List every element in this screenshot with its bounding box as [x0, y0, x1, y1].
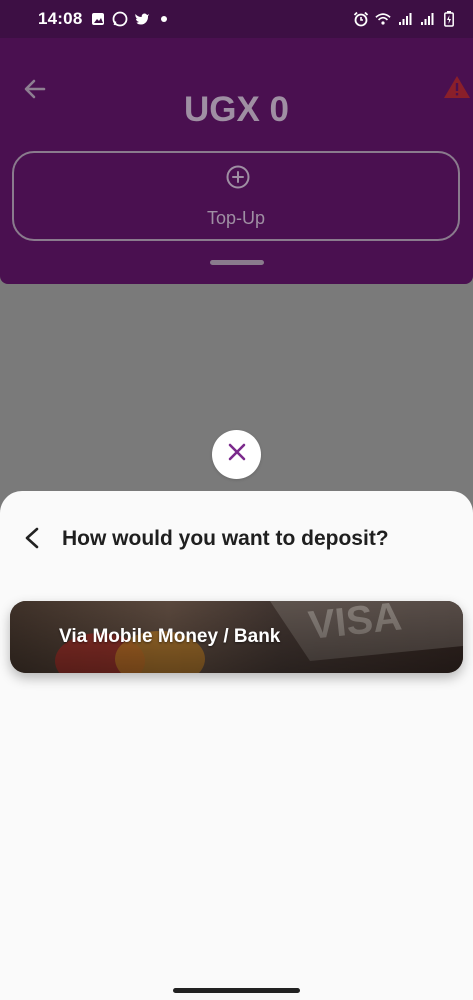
wallet-balance: UGX 0: [183, 90, 290, 129]
deposit-option-label: Via Mobile Money / Bank: [59, 626, 281, 647]
battery-icon: [441, 11, 457, 27]
topup-button[interactable]: Top-Up: [12, 151, 460, 241]
wifi-icon: [375, 11, 391, 27]
deposit-option-mobile-money-bank[interactable]: VISA Via Mobile Money / Bank: [10, 601, 463, 673]
alarm-icon: [353, 11, 369, 27]
signal-icon: [397, 11, 413, 27]
deposit-bottom-sheet: How would you want to deposit? VISA: [0, 491, 473, 1000]
twitter-icon: [134, 11, 150, 27]
dot-icon: [156, 11, 172, 27]
topup-label: Top-Up: [206, 208, 266, 228]
home-indicator[interactable]: [173, 988, 300, 993]
status-bar: 14:08: [0, 0, 473, 38]
whatsapp-icon: [112, 11, 128, 27]
close-icon: [227, 442, 247, 467]
plus-circle-icon: [226, 165, 250, 189]
close-sheet-button[interactable]: [212, 430, 261, 479]
status-notification-icons: [90, 11, 172, 27]
status-time: 14:08: [38, 9, 83, 28]
sheet-title: How would you want to deposit?: [62, 527, 389, 550]
system-nav-bar: [0, 981, 473, 1000]
warning-icon[interactable]: [443, 74, 471, 100]
drag-handle[interactable]: [210, 260, 264, 265]
gallery-icon: [90, 11, 106, 27]
signal-icon: [419, 11, 435, 27]
wallet-header: UGX 0 Top-Up: [0, 38, 473, 284]
chevron-left-icon[interactable]: [22, 527, 42, 549]
status-system-icons: [353, 11, 457, 27]
